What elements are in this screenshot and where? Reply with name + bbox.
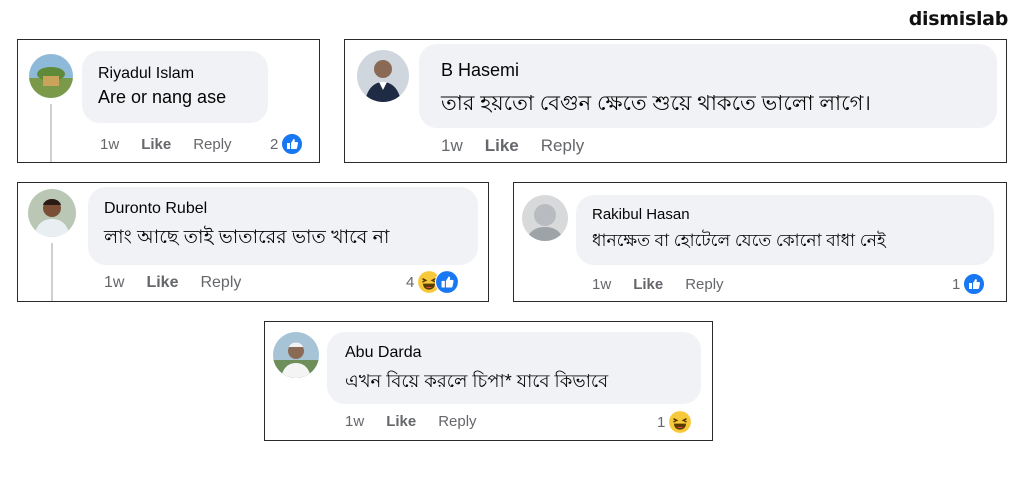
- like-link[interactable]: Like: [146, 274, 178, 291]
- reply-link[interactable]: Reply: [438, 413, 476, 430]
- like-link[interactable]: Like: [386, 413, 416, 430]
- commenter-name[interactable]: Rakibul Hasan: [592, 206, 978, 223]
- commenter-name[interactable]: Riyadul Islam: [98, 65, 252, 83]
- comment-bubble: Duronto Rubel লাং আছে তাই ভাতারের ভাত খা…: [88, 187, 478, 265]
- comment-actions: 1w Like Reply: [592, 276, 746, 293]
- avatar[interactable]: [522, 195, 568, 241]
- comment-text: তার হয়তো বেগুন ক্ষেতে শুয়ে থাকতে ভালো …: [441, 92, 871, 115]
- like-link[interactable]: Like: [141, 136, 171, 153]
- comment-time[interactable]: 1w: [592, 276, 611, 293]
- reaction-summary[interactable]: 4: [406, 270, 460, 294]
- comment-card: Duronto Rubel লাং আছে তাই ভাতারের ভাত খা…: [17, 182, 489, 302]
- comment-card: Riyadul Islam Are or nang ase 1w Like Repl…: [17, 39, 320, 163]
- like-icon: [435, 270, 460, 294]
- comment-bubble: Rakibul Hasan ধানক্ষেত বা হোটেলে যেতে কো…: [576, 195, 994, 265]
- comment-bubble: B Hasemi তার হয়তো বেগুন ক্ষেতে শুয়ে থা…: [419, 44, 997, 128]
- like-icon: [281, 133, 304, 155]
- reply-link[interactable]: Reply: [685, 276, 723, 293]
- reaction-count: 1: [657, 413, 666, 431]
- comment-text: Are or nang ase: [98, 87, 227, 107]
- reaction-summary[interactable]: 1: [657, 410, 693, 434]
- avatar[interactable]: [273, 332, 319, 378]
- reply-link[interactable]: Reply: [193, 136, 231, 153]
- commenter-name[interactable]: Abu Darda: [345, 344, 683, 362]
- comment-actions: 1w Like Reply: [104, 274, 263, 292]
- comment-time[interactable]: 1w: [104, 274, 124, 291]
- comment-text: লাং আছে তাই ভাতারের ভাত খাবে না: [104, 227, 390, 248]
- commenter-name[interactable]: B Hasemi: [441, 60, 975, 81]
- like-link[interactable]: Like: [485, 136, 519, 155]
- reply-link[interactable]: Reply: [200, 274, 241, 291]
- reaction-count: 2: [270, 135, 279, 153]
- comment-actions: 1w Like Reply: [345, 413, 499, 430]
- avatar[interactable]: [357, 50, 409, 102]
- reply-thread-line: [50, 104, 52, 162]
- avatar[interactable]: [28, 189, 76, 237]
- reaction-summary[interactable]: 1: [952, 273, 986, 295]
- like-icon: [963, 273, 986, 295]
- comment-actions: 1w Like Reply: [100, 136, 254, 153]
- comment-card: Abu Darda এখন বিয়ে করলে চিপা* যাবে কিভা…: [264, 321, 713, 441]
- brand-logo: dismislab: [908, 8, 1009, 30]
- haha-icon: [668, 410, 693, 434]
- avatar[interactable]: [29, 54, 73, 98]
- comment-actions: 1w Like Reply: [441, 136, 606, 156]
- comment-time[interactable]: 1w: [100, 136, 119, 153]
- reaction-summary[interactable]: 2: [270, 133, 304, 155]
- commenter-name[interactable]: Duronto Rubel: [104, 200, 462, 218]
- comment-time[interactable]: 1w: [345, 413, 364, 430]
- comment-time[interactable]: 1w: [441, 136, 463, 155]
- comment-card: Rakibul Hasan ধানক্ষেত বা হোটেলে যেতে কো…: [513, 182, 1007, 302]
- reply-thread-line: [51, 243, 53, 301]
- like-link[interactable]: Like: [633, 276, 663, 293]
- comment-text: ধানক্ষেত বা হোটেলে যেতে কোনো বাধা নেই: [592, 231, 886, 250]
- comment-text: এখন বিয়ে করলে চিপা* যাবে কিভাবে: [345, 371, 609, 391]
- comment-bubble: Riyadul Islam Are or nang ase: [82, 51, 268, 123]
- comment-bubble: Abu Darda এখন বিয়ে করলে চিপা* যাবে কিভা…: [327, 332, 701, 404]
- reply-link[interactable]: Reply: [541, 136, 584, 155]
- reaction-count: 1: [952, 275, 961, 293]
- comment-card: B Hasemi তার হয়তো বেগুন ক্ষেতে শুয়ে থা…: [344, 39, 1007, 163]
- reaction-count: 4: [406, 273, 415, 291]
